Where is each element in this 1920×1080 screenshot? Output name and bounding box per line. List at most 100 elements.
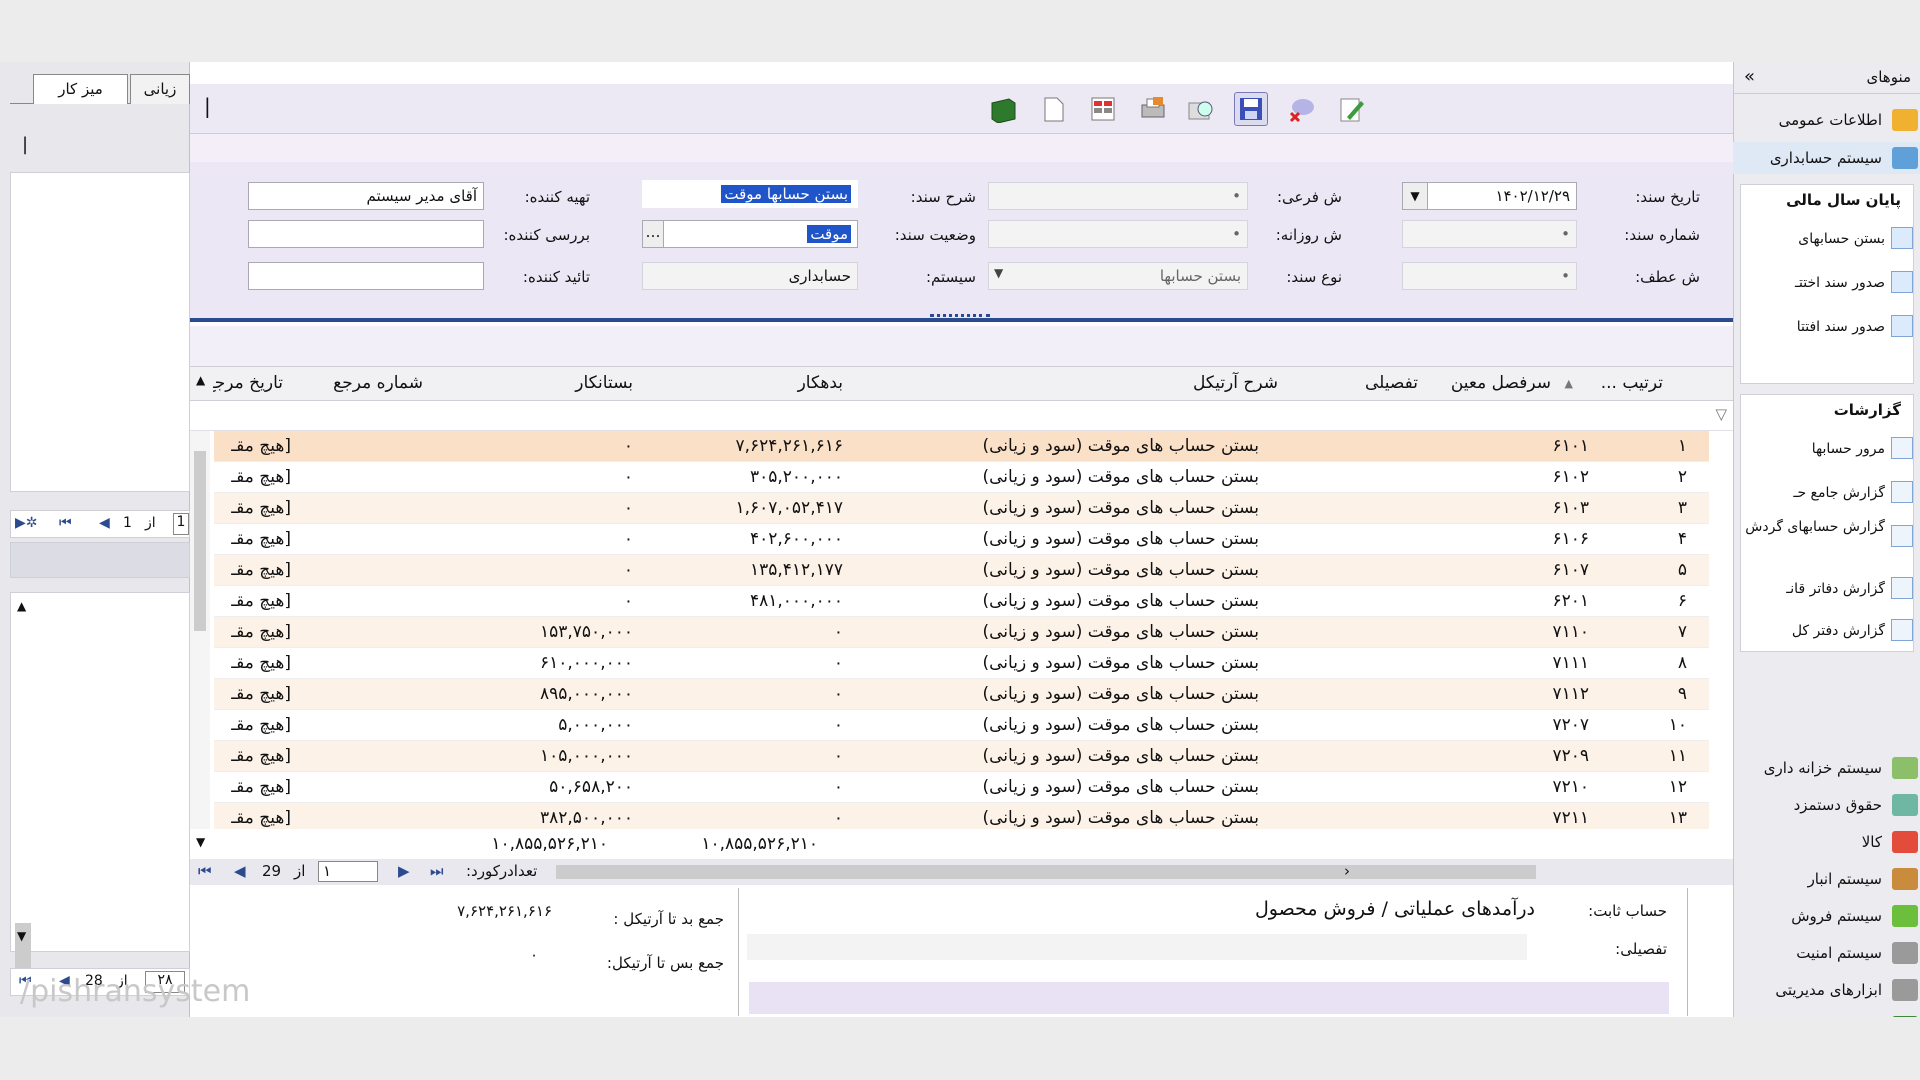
status-lookup-button[interactable]: … [642,220,664,248]
print-icon[interactable] [1136,92,1170,126]
vertical-scrollbar[interactable] [190,431,210,831]
cell-ref-date[interactable]: [هیچ مقـ [211,436,291,456]
chevron-down-icon[interactable]: ▼ [1402,182,1428,210]
cell-credit[interactable]: ۵۰,۶۵۸,۲۰۰ [549,777,633,797]
approver-field[interactable] [248,262,484,290]
cell-credit[interactable]: ۱۰۵,۰۰۰,۰۰۰ [540,746,633,766]
tab-desk[interactable]: میز کار [33,74,128,104]
next-page-icon[interactable]: ▶ [398,862,410,880]
table-row[interactable]: ۷ ۷۱۱۰ بستن حساب های موقت (سود و زیانی) ۰ ۱۵… [214,617,1709,648]
cell-debit[interactable]: ۰ [834,777,843,797]
cell-description[interactable]: بستن حساب های موقت (سود و زیانی) [983,715,1260,735]
cell-order[interactable]: ۱۱ [1669,746,1687,766]
cell-debit[interactable]: ۰ [834,622,843,642]
scroll-up-icon[interactable]: ▲ [17,599,26,613]
cell-account[interactable]: ۷۲۱۱ [1552,808,1589,828]
cell-credit[interactable]: ۰ [624,560,633,580]
cell-account[interactable]: ۷۱۱۲ [1552,684,1589,704]
cell-debit[interactable]: ۷,۶۲۴,۲۶۱,۶۱۶ [735,436,843,456]
cell-description[interactable]: بستن حساب های موقت (سود و زیانی) [983,467,1260,487]
description-field[interactable]: بستن حسابها موقت [642,180,858,208]
cell-account[interactable]: ۷۲۰۷ [1552,715,1589,735]
cell-description[interactable]: بستن حساب های موقت (سود و زیانی) [983,746,1260,766]
cell-ref-date[interactable]: [هیچ مقـ [211,653,291,673]
table-row[interactable]: ۲ ۶۱۰۲ بستن حساب های موقت (سود و زیانی) ۳۰۵… [214,462,1709,493]
table-row[interactable]: ۱۰ ۷۲۰۷ بستن حساب های موقت (سود و زیانی) ۰ ۵… [214,710,1709,741]
splitter-grip[interactable] [930,314,990,322]
cell-credit[interactable]: ۳۸۲,۵۰۰,۰۰۰ [540,808,633,828]
menu-system-item[interactable]: سیستم خزانه داری [1733,752,1920,784]
reviewer-field[interactable] [248,220,484,248]
cell-order[interactable]: ۱۰ [1669,715,1687,735]
delete-icon[interactable] [1284,92,1318,126]
cell-ref-date[interactable]: [هیچ مقـ [211,467,291,487]
cell-ref-date[interactable]: [هیچ مقـ [211,622,291,642]
edit-icon[interactable] [1334,92,1368,126]
collapse-icon[interactable]: « [1744,66,1755,87]
cell-order[interactable]: ۲ [1678,467,1687,487]
doc-number-field[interactable]: • [1402,220,1577,248]
menu-general-info[interactable]: اطلاعات عمومی [1733,104,1920,136]
tab-other[interactable]: زیانی [130,74,190,104]
col-debit[interactable]: بدهکار [798,373,843,393]
cell-order[interactable]: ۸ [1678,653,1687,673]
cell-description[interactable]: بستن حساب های موقت (سود و زیانی) [983,622,1260,642]
menu-accounting[interactable]: سیستم حسابداری [1733,142,1920,174]
scroll-down-icon[interactable]: ▼ [196,835,205,849]
system-field[interactable]: حسابداری [642,262,858,290]
book-icon[interactable] [986,92,1020,126]
doc-type-select[interactable]: بستن حسابها [988,262,1248,290]
table-row[interactable]: ۸ ۷۱۱۱ بستن حساب های موقت (سود و زیانی) ۰ ۶۱… [214,648,1709,679]
cell-description[interactable]: بستن حساب های موقت (سود و زیانی) [983,684,1260,704]
menu-system-item[interactable]: سیستم انبار [1733,863,1920,895]
cell-order[interactable]: ۱ [1678,436,1687,456]
menu-system-item[interactable]: زیر سیستم مودیان [1733,1011,1920,1017]
cell-description[interactable]: بستن حساب های موقت (سود و زیانی) [983,529,1260,549]
scrollbar-thumb[interactable] [194,451,206,631]
cell-ref-date[interactable]: [هیچ مقـ [211,529,291,549]
cell-credit[interactable]: ۱۵۳,۷۵۰,۰۰۰ [540,622,633,642]
cell-debit[interactable]: ۰ [834,715,843,735]
nav-page-input[interactable]: ۱ [318,861,378,882]
daily-no-field[interactable]: • [988,220,1248,248]
cell-description[interactable]: بستن حساب های موقت (سود و زیانی) [983,560,1260,580]
col-detail[interactable]: تفصیلی [1365,373,1418,393]
cell-account[interactable]: ۶۱۰۱ [1552,436,1589,456]
cell-ref-date[interactable]: [هیچ مقـ [211,746,291,766]
cell-ref-date[interactable]: [هیچ مقـ [211,498,291,518]
cell-account[interactable]: ۶۱۰۷ [1552,560,1589,580]
cell-ref-date[interactable]: [هیچ مقـ [211,560,291,580]
new-document-icon[interactable] [1036,92,1070,126]
nav-total[interactable]: 1 [173,513,189,535]
cell-description[interactable]: بستن حساب های موقت (سود و زیانی) [983,591,1260,611]
table-row[interactable]: ۵ ۶۱۰۷ بستن حساب های موقت (سود و زیانی) ۱۳۵… [214,555,1709,586]
menu-system-item[interactable]: ابزارهای مدیریتی [1733,974,1920,1006]
cell-account[interactable]: ۷۱۱۱ [1552,653,1589,673]
attach-no-field[interactable]: • [1402,262,1577,290]
cell-order[interactable]: ۱۳ [1669,808,1687,828]
first-page-icon[interactable]: ⏮ [198,862,212,880]
cell-ref-date[interactable]: [هیچ مقـ [211,777,291,797]
sub-no-field[interactable]: • [988,182,1248,210]
last-page-icon[interactable]: ⏭ [430,862,444,880]
cell-account[interactable]: ۶۱۰۶ [1552,529,1589,549]
cell-credit[interactable]: ۰ [624,467,633,487]
cell-account[interactable]: ۷۲۱۰ [1552,777,1589,797]
cell-account[interactable]: ۶۱۰۲ [1552,467,1589,487]
cell-order[interactable]: ۶ [1678,591,1687,611]
cell-account[interactable]: ۷۲۰۹ [1552,746,1589,766]
cell-debit[interactable]: ۰ [834,746,843,766]
cell-credit[interactable]: ۰ [624,529,633,549]
cell-account[interactable]: ۶۲۰۱ [1552,591,1589,611]
cell-ref-date[interactable]: [هیچ مقـ [211,591,291,611]
status-field[interactable]: موقت [642,220,858,248]
cell-order[interactable]: ۱۲ [1669,777,1687,797]
save-icon[interactable] [1234,92,1268,126]
preview-icon[interactable] [1184,92,1218,126]
preparer-field[interactable]: آقای مدیر سیستم [248,182,484,210]
menu-system-item[interactable]: سیستم امنیت [1733,937,1920,969]
year-end-item[interactable]: بستن حسابهای [1743,225,1913,255]
cell-description[interactable]: بستن حساب های موقت (سود و زیانی) [983,498,1260,518]
filter-row[interactable]: ▽ [190,401,1733,431]
left-splitter[interactable] [10,542,190,578]
